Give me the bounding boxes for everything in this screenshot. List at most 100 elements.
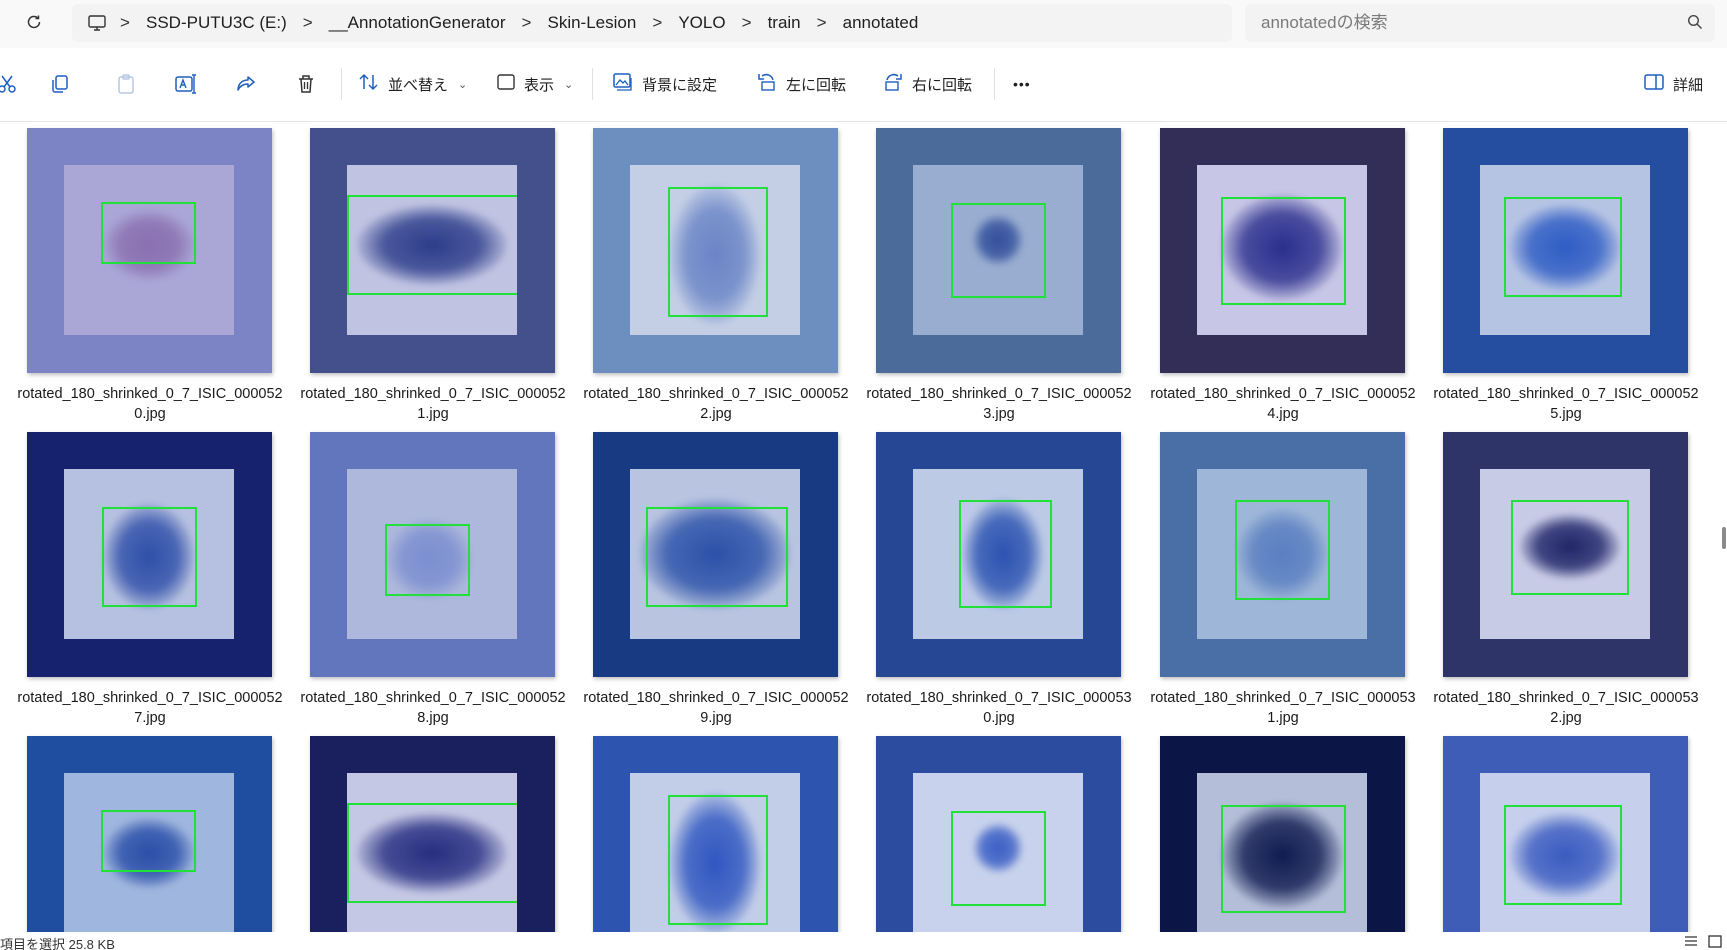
file-name-label[interactable]: rotated_180_shrinked_0_7_ISIC_000053 1.jp…	[1148, 688, 1418, 728]
bounding-box	[385, 524, 470, 596]
large-icons-view-icon[interactable]	[1707, 934, 1723, 950]
file-name-line: 0.jpg	[983, 710, 1015, 726]
wallpaper-icon	[612, 72, 634, 96]
breadcrumb-yolo[interactable]: YOLO	[674, 13, 729, 33]
file-thumbnail[interactable]	[876, 736, 1121, 932]
file-name-label[interactable]: rotated_180_shrinked_0_7_ISIC_000052 5.jp…	[1431, 384, 1701, 424]
search-input[interactable]	[1261, 13, 1661, 33]
file-name-label[interactable]: rotated_180_shrinked_0_7_ISIC_000052 4.jp…	[1148, 384, 1418, 424]
bounding-box	[1221, 805, 1346, 913]
chevron-down-icon: ⌄	[564, 78, 574, 91]
file-name-label[interactable]: rotated_180_shrinked_0_7_ISIC_000053 0.jp…	[864, 688, 1134, 728]
address-bar[interactable]: > SSD-PUTU3C (E:) > __AnnotationGenerato…	[72, 4, 1232, 42]
file-thumbnail[interactable]	[1160, 736, 1405, 932]
bounding-box	[101, 810, 196, 872]
breadcrumb-separator[interactable]: >	[291, 13, 325, 33]
bounding-box	[668, 795, 768, 925]
breadcrumb-drive[interactable]: SSD-PUTU3C (E:)	[142, 13, 291, 33]
file-name-line: rotated_180_shrinked_0_7_ISIC_000053	[866, 690, 1132, 706]
file-name-line: rotated_180_shrinked_0_7_ISIC_000052	[17, 386, 283, 402]
file-name-label[interactable]: rotated_180_shrinked_0_7_ISIC_000052 2.jp…	[581, 384, 851, 424]
refresh-button[interactable]	[18, 8, 50, 40]
file-name-line: 2.jpg	[700, 406, 732, 422]
lesion-image	[347, 773, 517, 932]
file-thumbnail[interactable]	[310, 432, 555, 677]
breadcrumb-separator[interactable]: >	[640, 13, 674, 33]
file-name-label[interactable]: rotated_180_shrinked_0_7_ISIC_000052 8.jp…	[298, 688, 568, 728]
file-thumbnail[interactable]	[27, 128, 272, 373]
file-thumbnail[interactable]	[593, 736, 838, 932]
file-name-label[interactable]: rotated_180_shrinked_0_7_ISIC_000052 1.jp…	[298, 384, 568, 424]
more-options-button[interactable]: •••	[1013, 68, 1031, 100]
breadcrumb-separator[interactable]: >	[509, 13, 543, 33]
rotate-right-icon	[882, 72, 904, 96]
file-thumbnail[interactable]	[593, 432, 838, 677]
this-pc-icon[interactable]	[86, 12, 108, 34]
details-view-icon[interactable]	[1683, 934, 1699, 950]
status-bar: 項目を選択 25.8 KB	[0, 932, 1727, 950]
file-name-line: 1.jpg	[1267, 710, 1299, 726]
file-name-line: rotated_180_shrinked_0_7_ISIC_000052	[866, 386, 1132, 402]
paste-icon[interactable]	[113, 71, 139, 97]
file-name-line: rotated_180_shrinked_0_7_ISIC_000052	[300, 386, 566, 402]
lesion-image	[913, 469, 1083, 639]
rotate-left-button[interactable]: 左に回転	[756, 68, 846, 100]
share-icon[interactable]	[233, 71, 259, 97]
breadcrumb-separator[interactable]: >	[108, 13, 142, 33]
file-thumbnail[interactable]	[1443, 128, 1688, 373]
bounding-box	[1235, 500, 1330, 600]
file-thumbnail[interactable]	[27, 736, 272, 932]
refresh-icon	[25, 13, 43, 36]
breadcrumb-train[interactable]: train	[764, 13, 805, 33]
file-name-line: 4.jpg	[1267, 406, 1299, 422]
copy-icon[interactable]	[47, 71, 73, 97]
rotate-right-button[interactable]: 右に回転	[882, 68, 972, 100]
toolbar-divider	[994, 68, 995, 100]
set-as-background-label: 背景に設定	[642, 76, 718, 94]
file-name-label[interactable]: rotated_180_shrinked_0_7_ISIC_000052 3.jp…	[864, 384, 1134, 424]
search-box[interactable]	[1245, 4, 1715, 42]
file-name-line: rotated_180_shrinked_0_7_ISIC_000052	[583, 690, 849, 706]
file-name-label[interactable]: rotated_180_shrinked_0_7_ISIC_000053 2.jp…	[1431, 688, 1701, 728]
bounding-box	[668, 187, 768, 317]
file-name-label[interactable]: rotated_180_shrinked_0_7_ISIC_000052 9.jp…	[581, 688, 851, 728]
file-thumbnail[interactable]	[1443, 432, 1688, 677]
bounding-box	[646, 507, 788, 607]
scroll-thumb[interactable]	[1722, 527, 1726, 549]
lesion-image	[347, 165, 517, 335]
lesion-image	[64, 165, 234, 335]
delete-icon[interactable]	[293, 71, 319, 97]
file-thumbnail[interactable]	[593, 128, 838, 373]
file-name-line: rotated_180_shrinked_0_7_ISIC_000053	[1150, 690, 1416, 706]
lesion-image	[64, 469, 234, 639]
file-thumbnail[interactable]	[310, 128, 555, 373]
sort-button[interactable]: 並べ替え ⌄	[358, 68, 467, 100]
file-name-label[interactable]: rotated_180_shrinked_0_7_ISIC_000052 0.jp…	[15, 384, 285, 424]
file-thumbnail[interactable]	[876, 432, 1121, 677]
file-thumbnail[interactable]	[876, 128, 1121, 373]
file-thumbnail[interactable]	[1443, 736, 1688, 932]
breadcrumb-separator[interactable]: >	[730, 13, 764, 33]
cut-icon[interactable]	[0, 71, 20, 97]
file-thumbnail[interactable]	[27, 432, 272, 677]
breadcrumb-annotated[interactable]: annotated	[839, 13, 923, 33]
file-thumbnail[interactable]	[1160, 128, 1405, 373]
file-thumbnail[interactable]	[1160, 432, 1405, 677]
file-name-line: rotated_180_shrinked_0_7_ISIC_000052	[1150, 386, 1416, 402]
breadcrumb-separator[interactable]: >	[805, 13, 839, 33]
file-name-line: rotated_180_shrinked_0_7_ISIC_000052	[583, 386, 849, 402]
sort-icon	[358, 72, 380, 96]
search-icon[interactable]	[1687, 14, 1703, 35]
file-name-line: rotated_180_shrinked_0_7_ISIC_000053	[1433, 690, 1699, 706]
vertical-scrollbar[interactable]	[1717, 122, 1727, 932]
view-button[interactable]: 表示 ⌄	[496, 68, 573, 100]
breadcrumb-skin-lesion[interactable]: Skin-Lesion	[543, 13, 640, 33]
file-thumbnail[interactable]	[310, 736, 555, 932]
lesion-image	[630, 469, 800, 639]
breadcrumb-annotation-generator[interactable]: __AnnotationGenerator	[325, 13, 510, 33]
set-as-background-button[interactable]: 背景に設定	[612, 68, 717, 100]
bounding-box	[959, 500, 1052, 608]
file-name-label[interactable]: rotated_180_shrinked_0_7_ISIC_000052 7.jp…	[15, 688, 285, 728]
rename-icon[interactable]	[173, 71, 199, 97]
details-pane-button[interactable]: 詳細	[1643, 68, 1703, 100]
